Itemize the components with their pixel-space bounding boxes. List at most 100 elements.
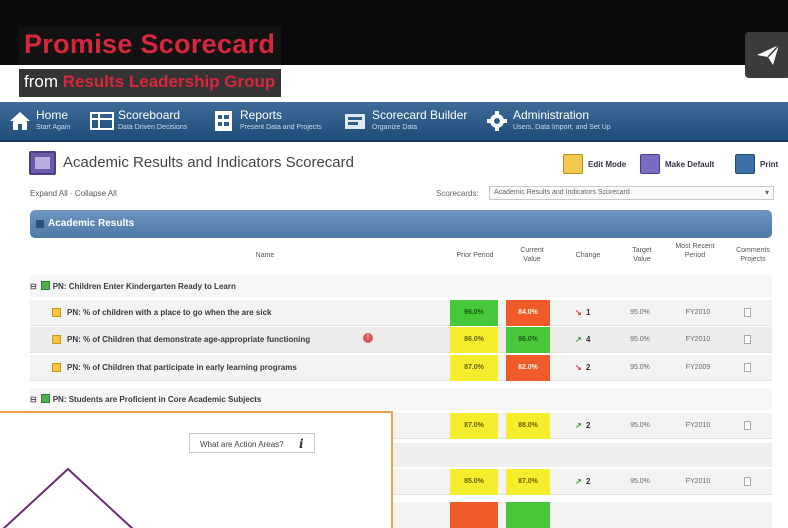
measure-name[interactable]: PN: % of Children that participate in ea… — [67, 363, 297, 372]
change-value: 2 — [586, 363, 591, 372]
measure-icon — [52, 363, 61, 372]
col-comments-projects: Comments Projects — [736, 247, 770, 263]
chevron-down-icon: ▾ — [764, 188, 769, 197]
expand-collapse-controls: Expand All · Collapse All — [30, 189, 117, 198]
target-value: 95.0% — [630, 309, 650, 316]
current-value: 82.0% — [506, 355, 550, 381]
table-row[interactable]: PN: % of Children that participate in ea… — [30, 355, 772, 381]
action-areas-panel: What are Action Areas? i — [0, 411, 393, 528]
org-name: Results Leadership Group — [62, 72, 276, 91]
change-cell: ↘ 1 — [575, 308, 590, 317]
nav-scoreboard-sub: Data Driven Decisions — [118, 124, 188, 131]
prior-value: 87.0% — [450, 413, 498, 439]
info-icon: i — [299, 437, 304, 451]
printer-icon — [735, 154, 755, 174]
table-row[interactable]: PN: % of children with a place to go whe… — [30, 300, 772, 326]
nav-home-label: Home — [36, 108, 69, 122]
edit-mode-icon — [563, 154, 583, 174]
scorecard-icon — [29, 151, 56, 175]
change-cell: ↗ 4 — [575, 335, 590, 344]
change-cell: ↗ 2 — [575, 477, 590, 486]
trend-up-icon: ↗ — [575, 421, 582, 430]
main-navbar: Home Start Again Scoreboard Data Driven … — [0, 102, 788, 142]
section-header[interactable]: Academic Results — [30, 210, 772, 238]
recent-period: FY2010 — [685, 478, 711, 485]
expand-all-link[interactable]: Expand All — [30, 189, 68, 198]
page-header: Academic Results and Indicators Scorecar… — [25, 148, 779, 182]
measure-icon — [52, 335, 61, 344]
current-value-partial — [506, 502, 550, 528]
comment-icon[interactable] — [744, 477, 751, 486]
col-change: Change — [575, 252, 601, 259]
action-areas-button[interactable]: What are Action Areas? i — [189, 433, 315, 453]
prior-value-partial — [450, 502, 498, 528]
comment-icon[interactable] — [744, 363, 751, 372]
comment-icon[interactable] — [744, 335, 751, 344]
table-row[interactable]: PN: % of Children that demonstrate age-a… — [30, 327, 772, 353]
col-target-value: Target Value — [632, 247, 652, 263]
nav-scoreboard-label: Scoreboard — [118, 108, 181, 122]
nav-builder-sub: Organize Data — [372, 124, 418, 131]
current-value: 84.0% — [506, 300, 550, 326]
trend-down-icon: ↘ — [575, 308, 582, 317]
col-name: Name — [255, 252, 275, 259]
scorecard-select[interactable]: Academic Results and Indicators Scorecar… — [489, 186, 774, 200]
change-cell: ↘ 2 — [575, 363, 590, 372]
nav-administration-sub: Users, Data Import, and Set Up — [513, 124, 611, 131]
from-label: from — [24, 72, 58, 91]
scoreboard-icon — [90, 112, 114, 130]
nav-builder-label: Scorecard Builder — [372, 108, 468, 122]
group-row[interactable]: ⊟ PN: Children Enter Kindergarten Ready t… — [30, 275, 772, 297]
nav-home-sub: Start Again — [36, 124, 71, 131]
share-button[interactable] — [745, 32, 788, 78]
edit-mode-label: Edit Mode — [588, 160, 627, 169]
video-title: Promise Scorecard — [19, 27, 282, 65]
nav-reports-label: Reports — [240, 108, 283, 122]
collapse-icon[interactable] — [36, 220, 44, 228]
recent-period: FY2009 — [685, 364, 711, 371]
group-label: PN: Students are Proficient in Core Acad… — [52, 395, 262, 404]
target-value: 95.0% — [630, 478, 650, 485]
make-default-label: Make Default — [665, 160, 715, 169]
comment-icon[interactable] — [744, 421, 751, 430]
recent-period: FY2010 — [685, 336, 711, 343]
expand-toggle-icon[interactable]: ⊟ — [30, 395, 37, 404]
measure-icon — [52, 308, 61, 317]
home-icon — [10, 112, 30, 130]
measure-name[interactable]: PN: % of Children that demonstrate age-a… — [67, 335, 310, 344]
page-title: Academic Results and Indicators Scorecar… — [63, 154, 354, 171]
action-areas-label: What are Action Areas? — [200, 440, 284, 449]
target-value: 95.0% — [630, 364, 650, 371]
target-value: 95.0% — [630, 422, 650, 429]
alert-icon: ! — [363, 333, 373, 343]
measure-name[interactable]: PN: % of children with a place to go whe… — [67, 308, 271, 317]
group-label-wrap: ⊟ PN: Children Enter Kindergarten Ready t… — [30, 281, 236, 291]
make-default-icon — [640, 154, 660, 174]
change-value: 4 — [586, 335, 591, 344]
print-label: Print — [760, 160, 779, 169]
current-value: 87.0% — [506, 469, 550, 495]
expand-toggle-icon[interactable]: ⊟ — [30, 282, 37, 291]
trend-down-icon: ↘ — [575, 363, 582, 372]
change-value: 2 — [586, 477, 591, 486]
builder-icon — [345, 114, 365, 129]
collapse-all-link[interactable]: Collapse All — [75, 189, 117, 198]
reports-icon — [215, 111, 232, 131]
target-value: 95.0% — [630, 336, 650, 343]
trend-up-icon: ↗ — [575, 477, 582, 486]
group-row[interactable]: ⊟ PN: Students are Proficient in Core Aca… — [30, 388, 772, 410]
col-most-recent-period: Most Recent Period — [675, 243, 715, 259]
prior-value: 86.0% — [450, 327, 498, 353]
comment-icon[interactable] — [744, 308, 751, 317]
nav-administration-label: Administration — [513, 108, 590, 122]
video-subtitle: from Results Leadership Group — [19, 69, 282, 97]
triangle-graphic — [2, 467, 134, 528]
trend-up-icon: ↗ — [575, 335, 582, 344]
gear-icon — [487, 111, 507, 131]
prior-value: 85.0% — [450, 469, 498, 495]
recent-period: FY2010 — [685, 309, 711, 316]
change-value: 1 — [586, 308, 591, 317]
col-current-value: Current Value — [520, 247, 544, 263]
prior-value: 87.0% — [450, 355, 498, 381]
change-cell: ↗ 2 — [575, 421, 590, 430]
